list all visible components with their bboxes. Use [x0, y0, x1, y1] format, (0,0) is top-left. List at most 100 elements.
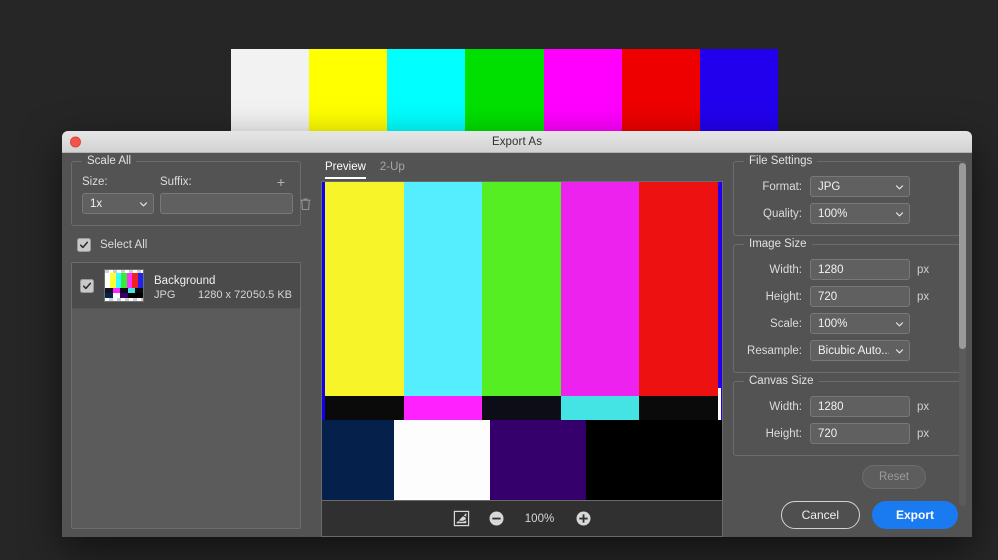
quality-row: Quality: 100%80%60%40% [744, 203, 955, 224]
quality-select[interactable]: 100%80%60%40% [810, 203, 910, 224]
image-scale-select-wrap: 100%200%50% [810, 313, 910, 334]
suffix-input[interactable] [160, 193, 293, 214]
artwork-sub-bars [325, 396, 718, 420]
export-as-dialog: Export As Scale All Size: Suffix: + 0.5x… [62, 131, 972, 537]
tab-2-up[interactable]: 2-Up [380, 161, 405, 179]
resample-label: Resample: [744, 345, 810, 357]
artwork-bar [482, 182, 561, 396]
asset-checkbox[interactable] [80, 279, 94, 293]
quality-select-wrap: 100%80%60%40% [810, 203, 910, 224]
backdrop-color-bars-image [231, 49, 778, 134]
plus-circle-icon[interactable] [575, 510, 592, 527]
canvas-height-input[interactable] [810, 423, 910, 444]
image-scale-select[interactable]: 100%200%50% [810, 313, 910, 334]
resample-select[interactable]: Bicubic Auto...BilinearNearest Neighbor [810, 340, 910, 361]
left-panel: Scale All Size: Suffix: + 0.5x1x1.5x2x3x [62, 153, 311, 537]
resample-row: Resample: Bicubic Auto...BilinearNearest… [744, 340, 955, 361]
tab-preview[interactable]: Preview [325, 161, 366, 179]
artwork-sub-bar [561, 396, 640, 420]
close-icon[interactable] [70, 136, 81, 147]
trash-icon[interactable] [299, 197, 312, 211]
canvas-size-legend: Canvas Size [744, 375, 819, 387]
asset-name: Background [154, 275, 215, 287]
scale-all-headers: Size: Suffix: + [82, 176, 290, 188]
red-bar [622, 49, 700, 134]
add-scale-button[interactable]: + [272, 176, 290, 188]
settings-scrollbar[interactable] [959, 161, 966, 506]
artwork-bottom-band [586, 420, 722, 500]
select-all-checkbox[interactable] [77, 238, 91, 252]
asset-thumbnail [104, 269, 144, 302]
image-width-label: Width: [744, 264, 810, 276]
image-height-row: Height: px [744, 286, 955, 307]
image-height-label: Height: [744, 291, 810, 303]
asset-format: JPG [154, 289, 198, 301]
asset-meta: Background JPG 1280 x 720 50.5 KB [154, 271, 292, 301]
size-select[interactable]: 0.5x1x1.5x2x3x [82, 193, 154, 214]
image-height-unit: px [917, 291, 929, 303]
white-bar [231, 49, 309, 134]
toggle-transparency-icon[interactable] [453, 510, 470, 527]
canvas-width-unit: px [917, 401, 929, 413]
asset-list[interactable]: Background JPG 1280 x 720 50.5 KB [71, 262, 301, 529]
artwork-bottom-bands [322, 420, 722, 500]
image-scale-row: Scale: 100%200%50% [744, 313, 955, 334]
preview-canvas[interactable] [321, 181, 723, 501]
table-row[interactable]: Background JPG 1280 x 720 50.5 KB [72, 263, 300, 309]
artwork-bar [325, 182, 404, 396]
check-icon [82, 281, 92, 291]
dialog-footer: Cancel Export [781, 501, 958, 529]
magenta-bar [544, 49, 622, 134]
image-scale-label: Scale: [744, 318, 810, 330]
format-select[interactable]: PNGJPGGIFSVG [810, 176, 910, 197]
quality-label: Quality: [744, 208, 810, 220]
preview-zoom-toolbar: 100% [321, 501, 723, 537]
artwork-sub-bar [325, 396, 404, 420]
image-height-field-wrap [810, 286, 910, 307]
artwork-bar [639, 182, 718, 396]
resample-select-wrap: Bicubic Auto...BilinearNearest Neighbor [810, 340, 910, 361]
image-size-legend: Image Size [744, 238, 812, 250]
check-icon [79, 240, 89, 250]
scale-all-group: Scale All Size: Suffix: + 0.5x1x1.5x2x3x [71, 161, 301, 226]
canvas-width-field-wrap [810, 396, 910, 417]
image-width-unit: px [917, 264, 929, 276]
scale-all-controls: 0.5x1x1.5x2x3x [82, 193, 290, 214]
file-settings-legend: File Settings [744, 155, 817, 167]
reset-button-wrap: Reset [862, 465, 926, 489]
size-select-wrap: 0.5x1x1.5x2x3x [82, 193, 154, 214]
select-all-row[interactable]: Select All [71, 236, 301, 254]
suffix-label: Suffix: [160, 176, 272, 188]
canvas-height-label: Height: [744, 428, 810, 440]
artwork-bottom-band [490, 420, 586, 500]
scale-all-legend: Scale All [82, 155, 136, 167]
cyan-bar [387, 49, 465, 134]
format-select-wrap: PNGJPGGIFSVG [810, 176, 910, 197]
image-width-input[interactable] [810, 259, 910, 280]
reset-button[interactable]: Reset [862, 465, 926, 489]
dialog-titlebar[interactable]: Export As [62, 131, 972, 153]
preview-tabs: Preview 2-Up [321, 161, 723, 179]
image-width-field-wrap [810, 259, 910, 280]
select-all-label: Select All [100, 239, 147, 251]
artwork-bottom-band [322, 420, 394, 500]
canvas-width-input[interactable] [810, 396, 910, 417]
minus-circle-icon[interactable] [488, 510, 505, 527]
asset-filesize: 50.5 KB [253, 289, 292, 301]
color-bars-artwork [322, 182, 722, 500]
artwork-white-strip [718, 388, 721, 420]
canvas-height-field-wrap [810, 423, 910, 444]
dialog-body: Scale All Size: Suffix: + 0.5x1x1.5x2x3x [62, 153, 972, 537]
scrollbar-thumb[interactable] [959, 163, 966, 349]
canvas-height-row: Height: px [744, 423, 955, 444]
image-height-input[interactable] [810, 286, 910, 307]
settings-panel: File Settings Format: PNGJPGGIFSVG Quali… [723, 153, 972, 537]
cancel-button[interactable]: Cancel [781, 501, 860, 529]
format-row: Format: PNGJPGGIFSVG [744, 176, 955, 197]
canvas-height-unit: px [917, 428, 929, 440]
artwork-bar [404, 182, 483, 396]
export-button[interactable]: Export [872, 501, 958, 529]
artwork-bar [561, 182, 640, 396]
format-label: Format: [744, 181, 810, 193]
asset-dimensions: 1280 x 720 [198, 289, 253, 301]
